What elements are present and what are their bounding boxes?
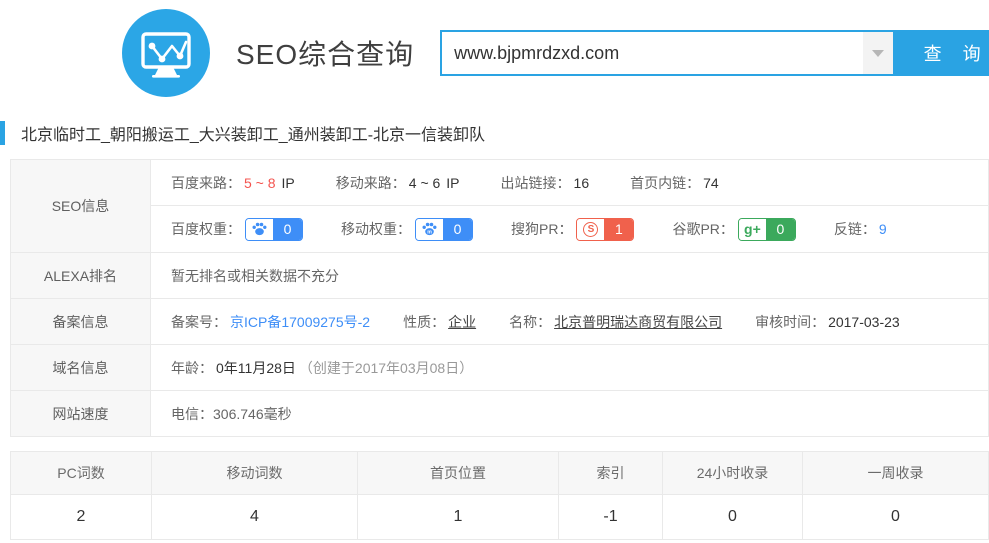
baidu-visits: 百度来路： 5 ~ 8 IP (171, 173, 298, 193)
seo-weight-subrow: 百度权重： 0 (151, 206, 988, 252)
stats-header-row: PC词数 移动词数 首页位置 索引 24小时收录 一周收录 (11, 452, 988, 494)
title-accent-bar (0, 121, 5, 145)
app-title: SEO综合查询 (236, 33, 414, 73)
domain-age: 年龄： 0年11月28日 （创建于2017年03月08日） (171, 358, 473, 378)
sogou-icon: S (577, 219, 604, 240)
mobile-weight: 移动权重： m (341, 218, 473, 241)
stats-value-24h: 0 (662, 495, 802, 539)
sogou-pr-badge[interactable]: S 1 (576, 218, 634, 241)
beian-number-link[interactable]: 京ICP备17009275号-2 (227, 312, 373, 332)
outbound-links: 出站链接： 16 (501, 173, 593, 193)
beian-number: 备案号： 京ICP备17009275号-2 (171, 312, 373, 332)
domain-created-note: （创建于2017年03月08日） (299, 358, 473, 378)
sogou-pr: 搜狗PR： S 1 (511, 218, 634, 241)
beian-company: 名称： 北京普明瑞达商贸有限公司 (509, 312, 725, 332)
row-label-seo: SEO信息 (11, 160, 151, 252)
alexa-value: 暂无排名或相关数据不充分 (151, 253, 988, 298)
stats-header-mobile-words: 移动词数 (151, 452, 357, 494)
keyword-stats-table: PC词数 移动词数 首页位置 索引 24小时收录 一周收录 2 4 1 -1 0… (10, 451, 989, 540)
stats-value-row: 2 4 1 -1 0 0 (11, 494, 988, 539)
stats-header-24h: 24小时收录 (662, 452, 802, 494)
search-box (440, 30, 895, 76)
stats-header-home-rank: 首页位置 (357, 452, 558, 494)
app-logo (122, 9, 210, 97)
query-button[interactable]: 查 询 (895, 30, 989, 76)
row-label-alexa: ALEXA排名 (11, 253, 151, 298)
seo-info-table: SEO信息 百度来路： 5 ~ 8 IP 移动来路： 4 ~ 6 IP 出站链接… (10, 159, 989, 437)
beian-company-link[interactable]: 北京普明瑞达商贸有限公司 (551, 312, 725, 332)
site-title: 北京临时工_朝阳搬运工_大兴装卸工_通州装卸工-北京一信装卸队 (21, 121, 485, 145)
backlinks: 反链： 9 (834, 219, 890, 239)
stats-value-index: -1 (558, 495, 662, 539)
google-plus-icon: g+ (739, 219, 766, 240)
homepage-inner-links: 首页内链： 74 (630, 173, 722, 193)
history-dropdown-toggle[interactable] (863, 32, 893, 74)
stats-value-week: 0 (802, 495, 988, 539)
baidu-weight-badge[interactable]: 0 (245, 218, 303, 241)
google-pr-badge[interactable]: g+ 0 (738, 218, 796, 241)
row-label-speed: 网站速度 (11, 391, 151, 436)
beian-nature-link[interactable]: 企业 (445, 312, 479, 332)
stats-header-index: 索引 (558, 452, 662, 494)
stats-header-week: 一周收录 (802, 452, 988, 494)
search-input[interactable] (442, 32, 863, 74)
speed-value: 电信：306.746毫秒 (151, 391, 988, 436)
table-row-alexa: ALEXA排名 暂无排名或相关数据不充分 (11, 252, 988, 298)
table-row-seo: SEO信息 百度来路： 5 ~ 8 IP 移动来路： 4 ~ 6 IP 出站链接… (11, 160, 988, 252)
mobile-paw-icon: m (416, 219, 443, 240)
seo-traffic-subrow: 百度来路： 5 ~ 8 IP 移动来路： 4 ~ 6 IP 出站链接： 16 (151, 160, 988, 206)
beian-nature: 性质： 企业 (403, 312, 479, 332)
seo-query-page: SEO综合查询 查 询 北京临时工_朝阳搬运工_大兴装卸工_通州装卸工-北京一信… (0, 0, 989, 540)
table-row-domain: 域名信息 年龄： 0年11月28日 （创建于2017年03月08日） (11, 344, 988, 390)
stats-header-pc-words: PC词数 (11, 452, 151, 494)
stats-value-pc-words: 2 (11, 495, 151, 539)
header: SEO综合查询 查 询 (0, 0, 989, 106)
table-row-beian: 备案信息 备案号： 京ICP备17009275号-2 性质： 企业 名称： 北京… (11, 298, 988, 344)
baidu-paw-icon (246, 219, 273, 240)
stats-value-home-rank: 1 (357, 495, 558, 539)
mobile-visits: 移动来路： 4 ~ 6 IP (336, 173, 463, 193)
chevron-down-icon (872, 50, 884, 57)
beian-audit-time: 审核时间： 2017-03-23 (755, 312, 903, 332)
baidu-weight: 百度权重： 0 (171, 218, 303, 241)
google-pr: 谷歌PR： g+ 0 (672, 218, 795, 241)
row-label-beian: 备案信息 (11, 299, 151, 344)
result-title-bar: 北京临时工_朝阳搬运工_大兴装卸工_通州装卸工-北京一信装卸队 (0, 121, 989, 145)
svg-text:m: m (427, 229, 432, 235)
mobile-weight-badge[interactable]: m 0 (415, 218, 473, 241)
search-area: 查 询 (440, 30, 989, 76)
chart-monitor-icon (122, 9, 210, 97)
table-row-speed: 网站速度 电信：306.746毫秒 (11, 390, 988, 436)
row-label-domain: 域名信息 (11, 345, 151, 390)
stats-value-mobile-words: 4 (151, 495, 357, 539)
